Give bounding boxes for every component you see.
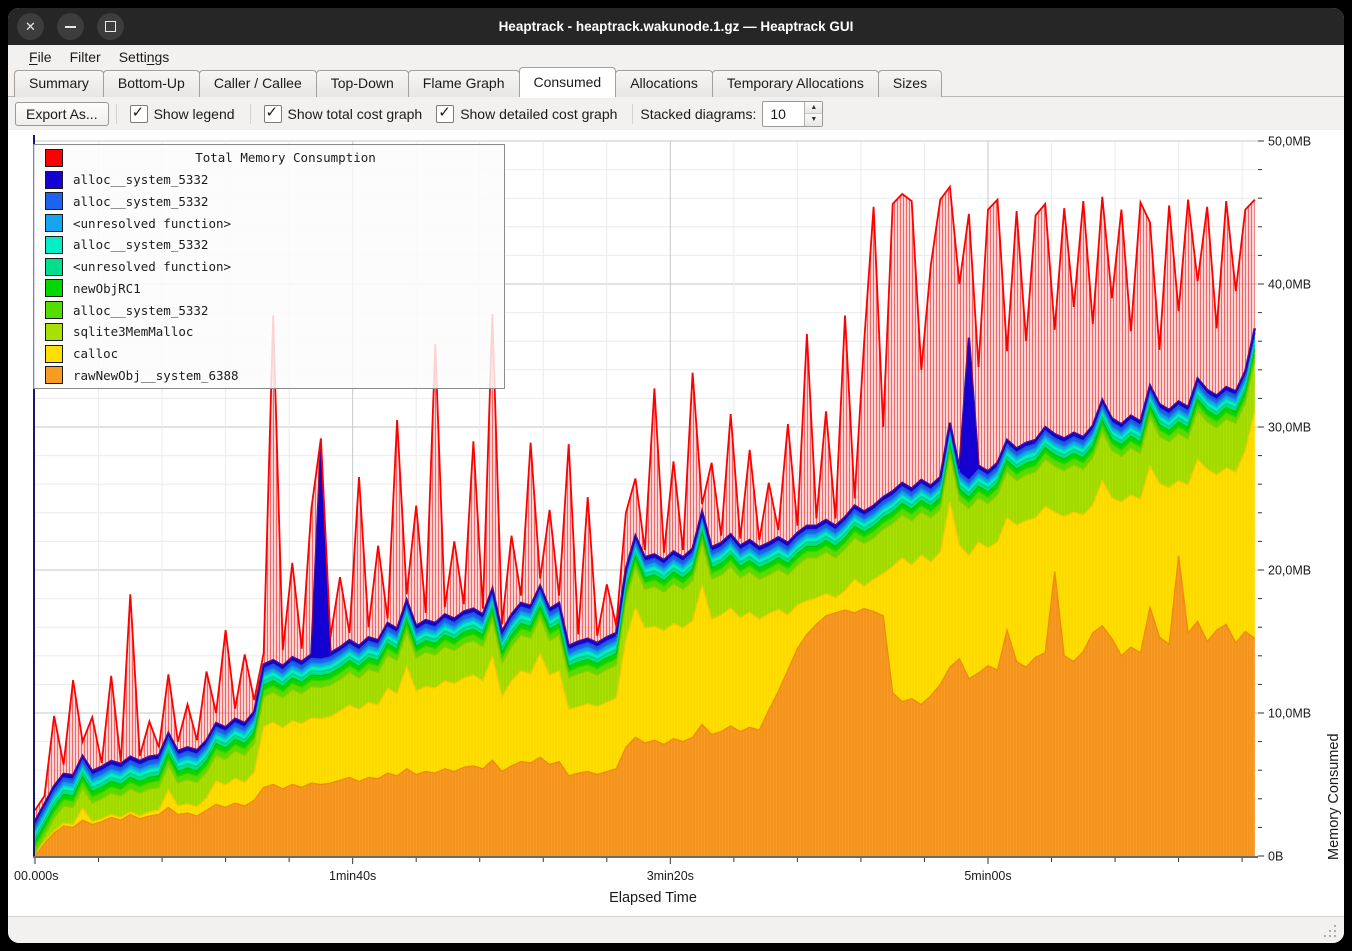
stacked-diagrams-label: Stacked diagrams: [640, 106, 756, 122]
legend-swatch-icon [45, 279, 63, 297]
y-tick-label: 10,0MB [1268, 707, 1311, 721]
legend-item: alloc__system_5332 [40, 191, 498, 211]
legend-swatch-icon [45, 171, 63, 189]
x-tick-label: 1min40s [329, 869, 376, 883]
spinbox-value[interactable]: 10 [763, 102, 804, 126]
x-tick-label: 3min20s [647, 869, 694, 883]
y-tick-label: 0B [1268, 850, 1283, 864]
tab-sizes[interactable]: Sizes [878, 70, 942, 97]
menubar: FileFilterSettings [8, 45, 1344, 69]
legend-swatch-icon [45, 236, 63, 254]
show-legend-checkbox[interactable]: ✓ Show legend [130, 105, 235, 123]
menu-file[interactable]: File [20, 47, 61, 67]
legend-label: <unresolved function> [73, 216, 231, 231]
app-window: ✕ Heaptrack - heaptrack.wakunode.1.gz — … [8, 8, 1344, 943]
toolbar: Export As... ✓ Show legend ✓ Show total … [8, 97, 1344, 130]
menu-filter[interactable]: Filter [61, 47, 110, 67]
window-title: Heaptrack - heaptrack.wakunode.1.gz — He… [499, 19, 854, 34]
tab-caller-callee[interactable]: Caller / Callee [199, 70, 317, 97]
tab-allocations[interactable]: Allocations [615, 70, 713, 97]
y-tick-label: 30,0MB [1268, 421, 1311, 435]
memory-consumption-chart[interactable]: 0B 10,0MB 20,0MB 30,0MB 40,0MB 50,0MB 00.000s 1… [8, 130, 1344, 916]
legend-item: alloc__system_5332 [40, 300, 498, 320]
checkbox-icon: ✓ [264, 105, 282, 123]
legend-swatch-icon [45, 214, 63, 232]
legend-swatch-icon [45, 258, 63, 276]
tabbar: SummaryBottom-UpCaller / CalleeTop-DownF… [8, 69, 1344, 97]
titlebar: ✕ Heaptrack - heaptrack.wakunode.1.gz — … [8, 8, 1344, 45]
x-tick-label: 00.000s [14, 869, 58, 883]
legend-label: alloc__system_5332 [73, 237, 208, 252]
y-tick-label: 50,0MB [1268, 135, 1311, 149]
legend-label: <unresolved function> [73, 259, 231, 274]
legend-item: alloc__system_5332 [40, 170, 498, 190]
legend-swatch-icon [45, 366, 63, 384]
legend-label: sqlite3MemMalloc [73, 324, 193, 339]
tab-flame-graph[interactable]: Flame Graph [408, 70, 520, 97]
tab-summary[interactable]: Summary [14, 70, 104, 97]
tab-bottom-up[interactable]: Bottom-Up [103, 70, 200, 97]
checkbox-label: Show legend [154, 106, 235, 122]
minimize-icon[interactable] [57, 13, 84, 40]
legend-swatch-icon [45, 149, 63, 167]
resize-grip-icon[interactable] [1322, 923, 1336, 937]
legend-item: <unresolved function> [40, 257, 498, 277]
y-tick-label: 20,0MB [1268, 564, 1311, 578]
legend-item: Total Memory Consumption [40, 148, 498, 168]
show-total-cost-checkbox[interactable]: ✓ Show total cost graph [264, 105, 423, 123]
stacked-diagrams-spinbox[interactable]: 10 ▲ ▼ [762, 101, 823, 127]
toolbar-separator [116, 104, 117, 124]
window-bottom-strip [8, 916, 1344, 943]
show-detailed-cost-checkbox[interactable]: ✓ Show detailed cost graph [436, 105, 617, 123]
legend-item: rawNewObj__system_6388 [40, 365, 498, 385]
y-axis-title: Memory Consumed [1326, 130, 1342, 860]
x-tick-label: 5min00s [964, 869, 1011, 883]
legend-label: alloc__system_5332 [73, 194, 208, 209]
checkbox-icon: ✓ [436, 105, 454, 123]
x-axis-title: Elapsed Time [8, 890, 1298, 906]
legend-item: sqlite3MemMalloc [40, 322, 498, 342]
tab-consumed[interactable]: Consumed [519, 67, 617, 97]
legend-swatch-icon [45, 323, 63, 341]
maximize-icon[interactable] [97, 13, 124, 40]
legend-label: newObjRC1 [73, 281, 141, 296]
toolbar-separator [250, 104, 251, 124]
close-icon[interactable]: ✕ [17, 13, 44, 40]
legend-item: newObjRC1 [40, 278, 498, 298]
y-tick-label: 40,0MB [1268, 278, 1311, 292]
legend-label: rawNewObj__system_6388 [73, 368, 239, 383]
legend-label: calloc [73, 346, 118, 361]
legend-item: calloc [40, 344, 498, 364]
legend-label: Total Memory Consumption [73, 150, 498, 165]
spin-down-icon[interactable]: ▼ [805, 114, 822, 126]
legend-swatch-icon [45, 301, 63, 319]
legend-swatch-icon [45, 345, 63, 363]
tab-top-down[interactable]: Top-Down [316, 70, 409, 97]
legend-label: alloc__system_5332 [73, 172, 208, 187]
legend-item: alloc__system_5332 [40, 235, 498, 255]
tab-temporary-allocations[interactable]: Temporary Allocations [712, 70, 879, 97]
toolbar-separator [632, 104, 633, 124]
menu-settings[interactable]: Settings [110, 47, 179, 67]
checkbox-label: Show total cost graph [288, 106, 423, 122]
spin-up-icon[interactable]: ▲ [805, 102, 822, 115]
legend-item: <unresolved function> [40, 213, 498, 233]
checkbox-label: Show detailed cost graph [460, 106, 617, 122]
checkbox-icon: ✓ [130, 105, 148, 123]
legend-swatch-icon [45, 192, 63, 210]
export-as-button[interactable]: Export As... [15, 102, 109, 126]
chart-legend: Total Memory Consumption alloc__system_53… [33, 144, 505, 389]
legend-label: alloc__system_5332 [73, 303, 208, 318]
